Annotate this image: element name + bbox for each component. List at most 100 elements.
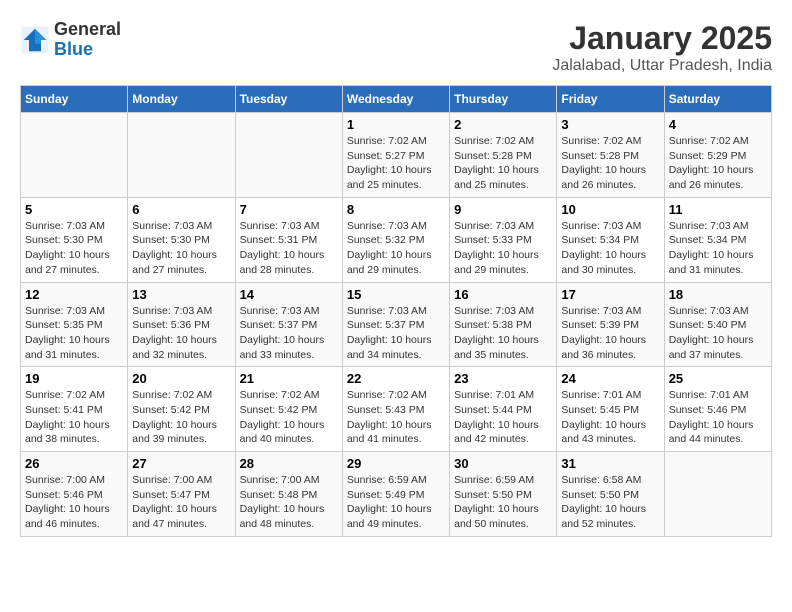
day-info: Sunrise: 7:02 AM Sunset: 5:29 PM Dayligh…	[669, 134, 767, 193]
page-header: General Blue January 2025 Jalalabad, Utt…	[20, 20, 772, 75]
logo-icon	[20, 25, 50, 55]
day-cell: 8 Sunrise: 7:03 AM Sunset: 5:32 PM Daylig…	[342, 197, 449, 282]
day-info: Sunrise: 7:03 AM Sunset: 5:37 PM Dayligh…	[347, 304, 445, 363]
day-cell: 25 Sunrise: 7:01 AM Sunset: 5:46 PM Dayli…	[664, 367, 771, 452]
day-cell: 3 Sunrise: 7:02 AM Sunset: 5:28 PM Daylig…	[557, 113, 664, 198]
day-info: Sunrise: 7:03 AM Sunset: 5:30 PM Dayligh…	[25, 219, 123, 278]
day-info: Sunrise: 7:03 AM Sunset: 5:40 PM Dayligh…	[669, 304, 767, 363]
day-info: Sunrise: 7:02 AM Sunset: 5:42 PM Dayligh…	[240, 388, 338, 447]
day-cell: 18Sunrise: 7:03 AM Sunset: 5:40 PM Dayli…	[664, 282, 771, 367]
day-cell: 19 Sunrise: 7:02 AM Sunset: 5:41 PM Dayli…	[21, 367, 128, 452]
day-number: 3	[561, 117, 659, 132]
day-number: 12	[25, 287, 123, 302]
logo-text: General Blue	[54, 20, 121, 60]
day-cell: 13 Sunrise: 7:03 AM Sunset: 5:36 PM Dayli…	[128, 282, 235, 367]
day-info: Sunrise: 7:02 AM Sunset: 5:28 PM Dayligh…	[454, 134, 552, 193]
calendar-header-row: SundayMondayTuesdayWednesdayThursdayFrid…	[21, 86, 772, 113]
day-cell: 9 Sunrise: 7:03 AM Sunset: 5:33 PM Daylig…	[450, 197, 557, 282]
page-title: January 2025	[552, 20, 772, 57]
day-number: 5	[25, 202, 123, 217]
day-cell: 26 Sunrise: 7:00 AM Sunset: 5:46 PM Dayli…	[21, 452, 128, 537]
day-number: 15	[347, 287, 445, 302]
day-info: Sunrise: 7:03 AM Sunset: 5:36 PM Dayligh…	[132, 304, 230, 363]
day-info: Sunrise: 7:03 AM Sunset: 5:39 PM Dayligh…	[561, 304, 659, 363]
day-number: 22	[347, 371, 445, 386]
page-subtitle: Jalalabad, Uttar Pradesh, India	[552, 57, 772, 75]
day-cell: 29 Sunrise: 6:59 AM Sunset: 5:49 PM Dayli…	[342, 452, 449, 537]
day-number: 7	[240, 202, 338, 217]
day-info: Sunrise: 7:02 AM Sunset: 5:28 PM Dayligh…	[561, 134, 659, 193]
col-header-friday: Friday	[557, 86, 664, 113]
day-cell: 23Sunrise: 7:01 AM Sunset: 5:44 PM Dayli…	[450, 367, 557, 452]
day-number: 27	[132, 456, 230, 471]
day-cell: 4 Sunrise: 7:02 AM Sunset: 5:29 PM Daylig…	[664, 113, 771, 198]
day-cell: 1Sunrise: 7:02 AM Sunset: 5:27 PM Daylig…	[342, 113, 449, 198]
day-info: Sunrise: 7:00 AM Sunset: 5:47 PM Dayligh…	[132, 473, 230, 532]
day-number: 24	[561, 371, 659, 386]
day-cell: 16 Sunrise: 7:03 AM Sunset: 5:38 PM Dayli…	[450, 282, 557, 367]
day-cell: 5 Sunrise: 7:03 AM Sunset: 5:30 PM Daylig…	[21, 197, 128, 282]
day-info: Sunrise: 7:03 AM Sunset: 5:32 PM Dayligh…	[347, 219, 445, 278]
day-info: Sunrise: 7:02 AM Sunset: 5:42 PM Dayligh…	[132, 388, 230, 447]
day-info: Sunrise: 6:59 AM Sunset: 5:49 PM Dayligh…	[347, 473, 445, 532]
day-number: 28	[240, 456, 338, 471]
day-number: 11	[669, 202, 767, 217]
day-info: Sunrise: 7:01 AM Sunset: 5:45 PM Dayligh…	[561, 388, 659, 447]
day-info: Sunrise: 7:03 AM Sunset: 5:30 PM Dayligh…	[132, 219, 230, 278]
day-info: Sunrise: 7:03 AM Sunset: 5:34 PM Dayligh…	[669, 219, 767, 278]
day-cell: 14 Sunrise: 7:03 AM Sunset: 5:37 PM Dayli…	[235, 282, 342, 367]
day-cell: 7 Sunrise: 7:03 AM Sunset: 5:31 PM Daylig…	[235, 197, 342, 282]
col-header-monday: Monday	[128, 86, 235, 113]
day-number: 17	[561, 287, 659, 302]
day-number: 10	[561, 202, 659, 217]
week-row-1: 1Sunrise: 7:02 AM Sunset: 5:27 PM Daylig…	[21, 113, 772, 198]
day-cell	[128, 113, 235, 198]
day-cell: 20 Sunrise: 7:02 AM Sunset: 5:42 PM Dayli…	[128, 367, 235, 452]
day-cell: 31Sunrise: 6:58 AM Sunset: 5:50 PM Dayli…	[557, 452, 664, 537]
day-cell: 27 Sunrise: 7:00 AM Sunset: 5:47 PM Dayli…	[128, 452, 235, 537]
col-header-tuesday: Tuesday	[235, 86, 342, 113]
day-info: Sunrise: 6:59 AM Sunset: 5:50 PM Dayligh…	[454, 473, 552, 532]
day-info: Sunrise: 7:02 AM Sunset: 5:43 PM Dayligh…	[347, 388, 445, 447]
day-cell: 24 Sunrise: 7:01 AM Sunset: 5:45 PM Dayli…	[557, 367, 664, 452]
col-header-sunday: Sunday	[21, 86, 128, 113]
day-number: 20	[132, 371, 230, 386]
day-number: 6	[132, 202, 230, 217]
day-number: 9	[454, 202, 552, 217]
day-info: Sunrise: 7:01 AM Sunset: 5:46 PM Dayligh…	[669, 388, 767, 447]
day-number: 19	[25, 371, 123, 386]
day-number: 13	[132, 287, 230, 302]
day-info: Sunrise: 7:03 AM Sunset: 5:38 PM Dayligh…	[454, 304, 552, 363]
day-info: Sunrise: 7:02 AM Sunset: 5:27 PM Dayligh…	[347, 134, 445, 193]
day-number: 25	[669, 371, 767, 386]
day-cell	[235, 113, 342, 198]
day-cell: 15 Sunrise: 7:03 AM Sunset: 5:37 PM Dayli…	[342, 282, 449, 367]
day-info: Sunrise: 7:03 AM Sunset: 5:31 PM Dayligh…	[240, 219, 338, 278]
day-cell: 10Sunrise: 7:03 AM Sunset: 5:34 PM Dayli…	[557, 197, 664, 282]
day-cell: 21Sunrise: 7:02 AM Sunset: 5:42 PM Dayli…	[235, 367, 342, 452]
day-number: 8	[347, 202, 445, 217]
day-info: Sunrise: 7:00 AM Sunset: 5:46 PM Dayligh…	[25, 473, 123, 532]
col-header-saturday: Saturday	[664, 86, 771, 113]
day-number: 29	[347, 456, 445, 471]
day-cell: 17 Sunrise: 7:03 AM Sunset: 5:39 PM Dayli…	[557, 282, 664, 367]
day-number: 16	[454, 287, 552, 302]
day-cell: 22 Sunrise: 7:02 AM Sunset: 5:43 PM Dayli…	[342, 367, 449, 452]
day-cell: 6 Sunrise: 7:03 AM Sunset: 5:30 PM Daylig…	[128, 197, 235, 282]
day-number: 30	[454, 456, 552, 471]
day-cell: 28Sunrise: 7:00 AM Sunset: 5:48 PM Dayli…	[235, 452, 342, 537]
day-info: Sunrise: 7:03 AM Sunset: 5:37 PM Dayligh…	[240, 304, 338, 363]
day-cell	[21, 113, 128, 198]
day-number: 26	[25, 456, 123, 471]
day-number: 4	[669, 117, 767, 132]
day-cell: 11 Sunrise: 7:03 AM Sunset: 5:34 PM Dayli…	[664, 197, 771, 282]
day-info: Sunrise: 7:03 AM Sunset: 5:33 PM Dayligh…	[454, 219, 552, 278]
day-cell: 12 Sunrise: 7:03 AM Sunset: 5:35 PM Dayli…	[21, 282, 128, 367]
col-header-wednesday: Wednesday	[342, 86, 449, 113]
day-info: Sunrise: 7:03 AM Sunset: 5:35 PM Dayligh…	[25, 304, 123, 363]
title-block: January 2025 Jalalabad, Uttar Pradesh, I…	[552, 20, 772, 75]
day-number: 14	[240, 287, 338, 302]
logo-blue-text: Blue	[54, 40, 121, 60]
day-info: Sunrise: 7:02 AM Sunset: 5:41 PM Dayligh…	[25, 388, 123, 447]
day-info: Sunrise: 6:58 AM Sunset: 5:50 PM Dayligh…	[561, 473, 659, 532]
